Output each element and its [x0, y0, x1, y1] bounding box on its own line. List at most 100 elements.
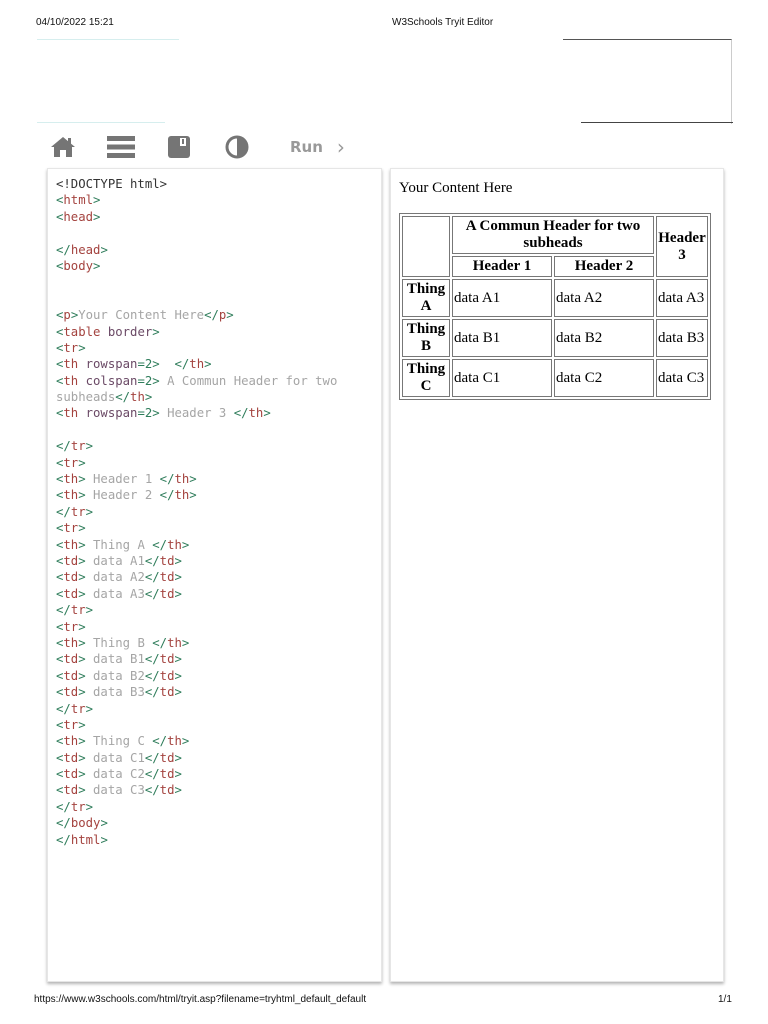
code-line: </body> [56, 815, 337, 831]
code-token: td [159, 685, 175, 700]
code-line: <td> data C1</td> [56, 750, 337, 766]
code-line: <th colspan=2> A Commun Header for two [56, 373, 337, 389]
code-line: <th> Thing A </th> [56, 537, 337, 553]
code-token: </ [56, 439, 71, 454]
code-token: td [63, 783, 79, 798]
save-icon [168, 136, 190, 158]
code-token: tr [70, 701, 86, 716]
code-token: colspan [78, 373, 138, 388]
code-token: > [189, 472, 197, 487]
run-label: Run [290, 138, 323, 156]
code-line: <td> data A1</td> [56, 553, 337, 569]
table-row: Thing A data A1 data A2 data A3 [402, 279, 708, 317]
code-token: </ [144, 652, 160, 667]
code-line: </tr> [56, 799, 337, 815]
code-token: td [63, 553, 79, 568]
chevron-right-icon: › [336, 135, 345, 159]
code-token: html [63, 193, 94, 208]
row-header: Thing B [402, 319, 450, 357]
code-token: td [63, 767, 79, 782]
code-token: > [152, 406, 160, 421]
run-button[interactable]: Run › [290, 135, 345, 159]
menu-icon [107, 136, 135, 158]
code-line: <body> [56, 258, 337, 274]
table-cell: data A3 [656, 279, 708, 317]
menu-button[interactable] [106, 133, 136, 161]
code-token: > [174, 767, 182, 782]
code-line: <td> data A2</td> [56, 569, 337, 585]
code-token: html [70, 832, 101, 847]
code-token: > [78, 586, 86, 601]
code-token: > [152, 357, 160, 372]
code-token: </ [144, 570, 160, 585]
code-token: Header 3 [159, 406, 234, 421]
table-cell: data A1 [452, 279, 552, 317]
code-token: > [204, 357, 212, 372]
table-cell: data B3 [656, 319, 708, 357]
code-token: </ [115, 390, 131, 405]
code-token: rowspan [78, 406, 138, 421]
code-text[interactable]: <!DOCTYPE html> <html> <head> </head> <body>… [56, 176, 337, 848]
code-token: </ [56, 603, 71, 618]
code-token: th [63, 734, 79, 749]
home-icon [51, 137, 75, 157]
code-token: </ [144, 668, 160, 683]
code-token: th [167, 734, 182, 749]
code-token: th [63, 537, 79, 552]
save-button[interactable] [164, 133, 194, 161]
code-token: </ [152, 734, 168, 749]
code-token: Header 1 [85, 472, 160, 487]
code-token: </ [56, 504, 71, 519]
code-token: </ [152, 537, 168, 552]
print-url: https://www.w3schools.com/html/tryit.asp… [34, 994, 367, 1005]
result-table: A Commun Header for two subheads Header … [399, 213, 711, 400]
header-3-cell: Header 3 [656, 216, 708, 277]
common-header-cell: A Commun Header for two subheads [452, 216, 654, 254]
code-line: <th rowspan=2> </th> [56, 356, 337, 372]
code-token: </ [144, 750, 160, 765]
code-editor[interactable]: <!DOCTYPE html> <html> <head> </head> <body>… [47, 168, 382, 982]
code-token: > [174, 668, 182, 683]
code-token: </ [144, 685, 160, 700]
code-token: > [100, 242, 108, 257]
home-button[interactable] [48, 133, 78, 161]
code-token: </ [144, 586, 160, 601]
code-token: tr [70, 504, 86, 519]
code-line: <th> Thing C </th> [56, 733, 337, 749]
code-line: <tr> [56, 340, 337, 356]
code-token: </ [144, 783, 160, 798]
code-token: head [70, 242, 101, 257]
code-line: </tr> [56, 701, 337, 717]
code-token: > [181, 635, 190, 650]
code-line: <p>Your Content Here</p> [56, 307, 337, 323]
code-token: tr [63, 455, 79, 470]
code-token: tr [70, 439, 86, 454]
code-token: body [70, 816, 101, 831]
code-token: > [78, 652, 86, 667]
code-token: tr [70, 603, 86, 618]
code-token: > [174, 750, 182, 765]
code-token: A Commun Header for two [159, 373, 338, 388]
table-cell: data A2 [554, 279, 654, 317]
code-token: > [85, 603, 94, 618]
code-line: subheads</th> [56, 389, 337, 405]
code-token: </ [144, 767, 160, 782]
theme-toggle-button[interactable] [222, 133, 252, 161]
contrast-icon [225, 135, 249, 159]
code-token: data B2 [85, 668, 145, 683]
code-token: > [144, 390, 153, 405]
code-line: <th> Header 2 </th> [56, 487, 337, 503]
code-token: tr [63, 717, 79, 732]
code-token: > [85, 439, 94, 454]
code-token: > [100, 832, 108, 847]
table-row: Thing B data B1 data B2 data B3 [402, 319, 708, 357]
code-line: <td> data B1</td> [56, 651, 337, 667]
code-line: <th> Header 1 </th> [56, 471, 337, 487]
code-token: > [78, 767, 86, 782]
code-line: <tr> [56, 619, 337, 635]
code-token: > [174, 570, 182, 585]
code-token: td [63, 652, 79, 667]
code-token: td [63, 570, 79, 585]
